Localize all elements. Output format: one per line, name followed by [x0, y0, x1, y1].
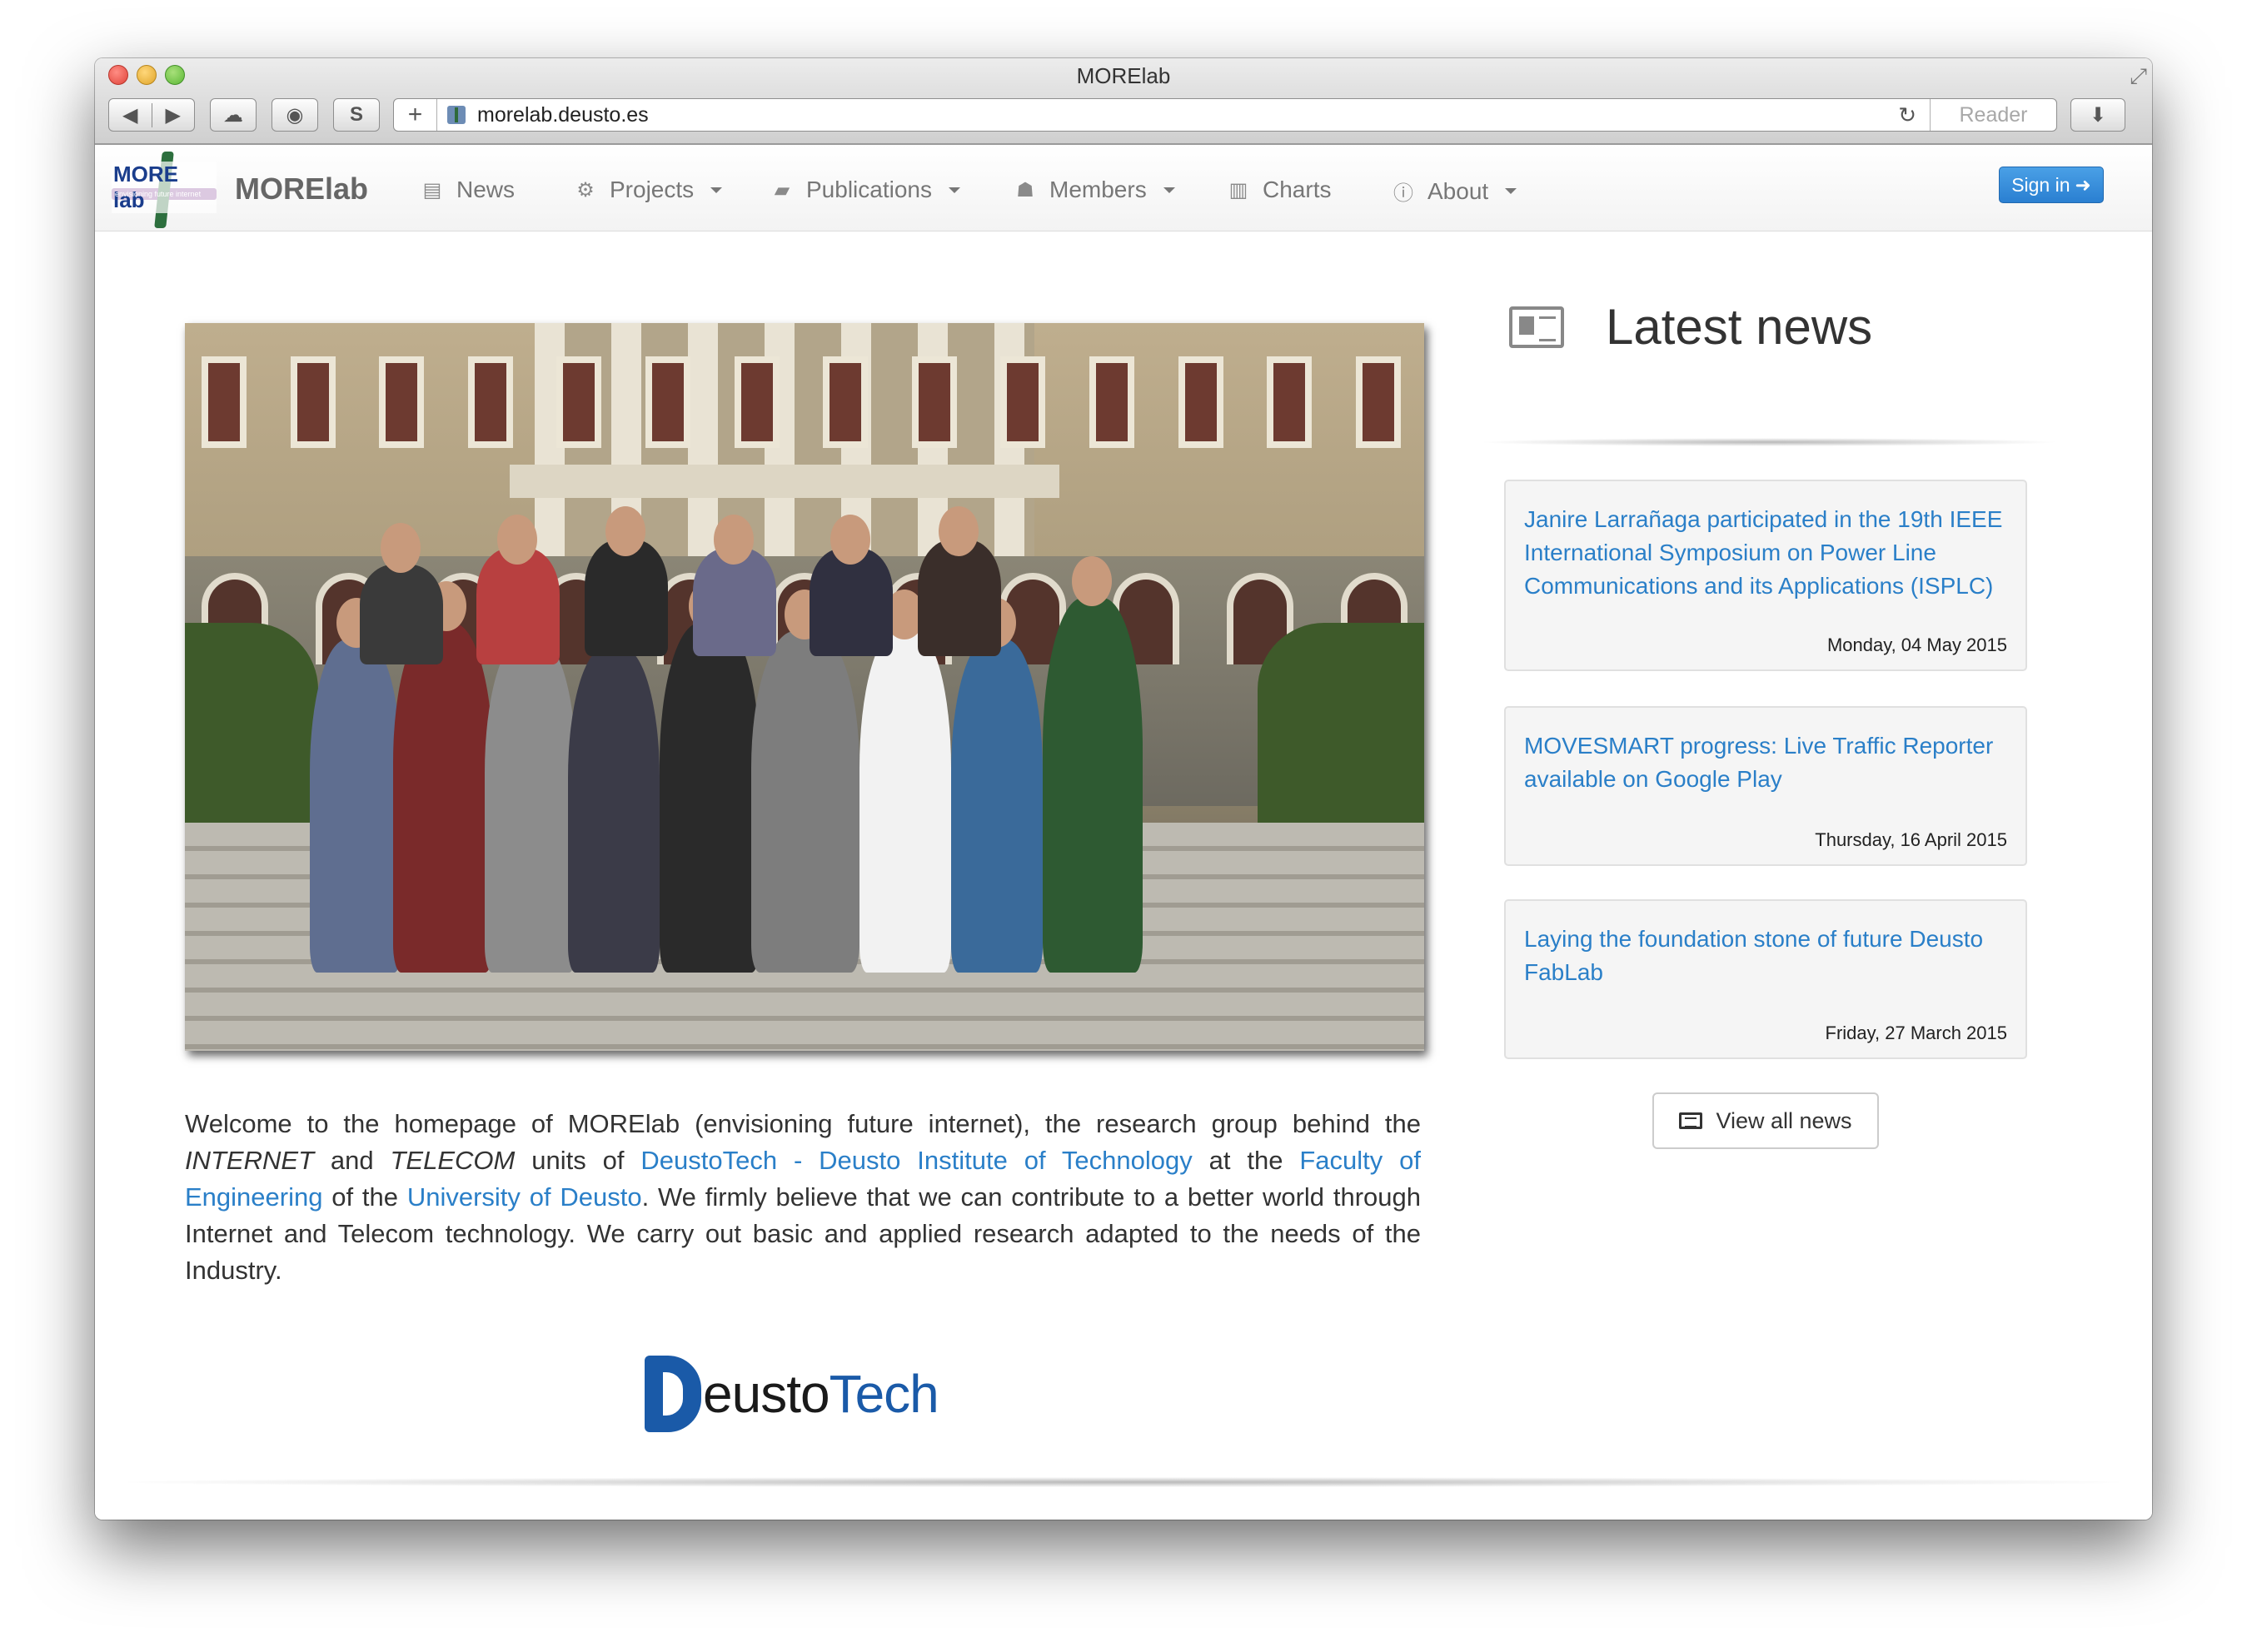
- browser-window: MORElab ⤢ ◀ ▶ ☁ ◉ S + morelab.deusto.es …: [95, 58, 2152, 1520]
- news-date: Friday, 27 March 2015: [1825, 1023, 2007, 1043]
- back-forward-buttons: ◀ ▶: [108, 98, 195, 132]
- newspaper-icon: ▤: [422, 178, 442, 202]
- cloud-icon: ☁: [223, 103, 243, 127]
- brand-link[interactable]: MORElab: [235, 172, 368, 206]
- chevron-down-icon: [1163, 187, 1175, 193]
- book-icon: ▰: [774, 178, 790, 202]
- favicon-icon: [447, 106, 466, 124]
- sign-in-button[interactable]: Sign in ➜: [1999, 167, 2104, 203]
- bar-chart-icon: ▥: [1228, 178, 1248, 202]
- forward-arrow-icon[interactable]: ▶: [152, 103, 195, 127]
- nav-about[interactable]: ⓘ About: [1391, 177, 1517, 206]
- download-icon: ⬇: [2089, 103, 2107, 127]
- downloads-button[interactable]: ⬇: [2070, 98, 2125, 132]
- news-divider: [1477, 438, 2060, 446]
- nav-members[interactable]: ☗ Members: [1013, 177, 1175, 203]
- nav-publications[interactable]: ▰ Publications: [770, 177, 960, 203]
- reload-icon[interactable]: ↻: [1898, 102, 1916, 128]
- team-photo: [185, 323, 1424, 1051]
- news-date: Monday, 04 May 2015: [1826, 634, 2007, 655]
- news-card: Janire Larrañaga participated in the 19t…: [1504, 480, 2027, 671]
- add-bookmark-button[interactable]: +: [394, 99, 437, 131]
- chevron-down-icon: [1505, 188, 1517, 194]
- news-card: MOVESMART progress: Live Traffic Reporte…: [1504, 706, 2027, 866]
- site-navbar: MORE lab envisioning future internet MOR…: [95, 145, 2152, 231]
- deustotech-link[interactable]: DeustoTech - Deusto Institute of Technol…: [640, 1146, 1192, 1175]
- nav-news[interactable]: ▤ News: [420, 177, 515, 203]
- university-deusto-link[interactable]: University of Deusto: [407, 1182, 642, 1212]
- reader-button[interactable]: Reader: [1930, 99, 2056, 131]
- page-content: Welcome to the homepage of MORElab (envi…: [95, 231, 2152, 1520]
- list-icon: [1679, 1112, 1703, 1129]
- news-headline-link[interactable]: Janire Larrañaga participated in the 19t…: [1524, 503, 2007, 603]
- sign-in-icon: ➜: [2075, 173, 2091, 196]
- url-text[interactable]: morelab.deusto.es: [477, 103, 1898, 127]
- footer-divider: [128, 1477, 2119, 1487]
- group-icon: ☗: [1016, 178, 1034, 202]
- chevron-down-icon: [948, 187, 960, 193]
- window-title: MORElab: [1076, 63, 1171, 88]
- intro-paragraph: Welcome to the homepage of MORElab (envi…: [185, 1109, 1422, 1285]
- view-all-news-button[interactable]: View all news: [1652, 1092, 1879, 1149]
- news-date: Thursday, 16 April 2015: [1815, 829, 2007, 850]
- extension-button[interactable]: ◉: [272, 98, 318, 132]
- icloud-tabs-button[interactable]: ☁: [210, 98, 257, 132]
- browser-toolbar: MORElab ⤢ ◀ ▶ ☁ ◉ S + morelab.deusto.es …: [95, 58, 2152, 145]
- back-arrow-icon[interactable]: ◀: [109, 102, 152, 127]
- fullscreen-icon[interactable]: ⤢: [2130, 63, 2147, 90]
- nav-projects[interactable]: ⚙ Projects: [573, 177, 723, 203]
- cogs-icon: ⚙: [576, 178, 595, 202]
- shield-icon: ◉: [286, 103, 304, 127]
- s-extension-button[interactable]: S: [333, 98, 380, 132]
- nav-charts[interactable]: ▥ Charts: [1226, 177, 1332, 203]
- chevron-down-icon: [710, 187, 723, 193]
- news-headline-link[interactable]: MOVESMART progress: Live Traffic Reporte…: [1524, 729, 2007, 796]
- deustotech-logo[interactable]: eustoTech: [645, 1352, 994, 1436]
- news-header: Latest news: [1496, 290, 2152, 373]
- morelab-logo[interactable]: MORE lab envisioning future internet: [112, 152, 217, 228]
- news-card: Laying the foundation stone of future De…: [1504, 899, 2027, 1059]
- address-bar[interactable]: + morelab.deusto.es ↻ Reader: [393, 98, 2057, 132]
- news-section-title: Latest news: [1606, 299, 1873, 355]
- info-icon: ⓘ: [1393, 182, 1413, 205]
- news-headline-link[interactable]: Laying the foundation stone of future De…: [1524, 923, 2007, 989]
- newspaper-icon: [1509, 306, 1564, 348]
- deusto-d-mark: [645, 1356, 701, 1432]
